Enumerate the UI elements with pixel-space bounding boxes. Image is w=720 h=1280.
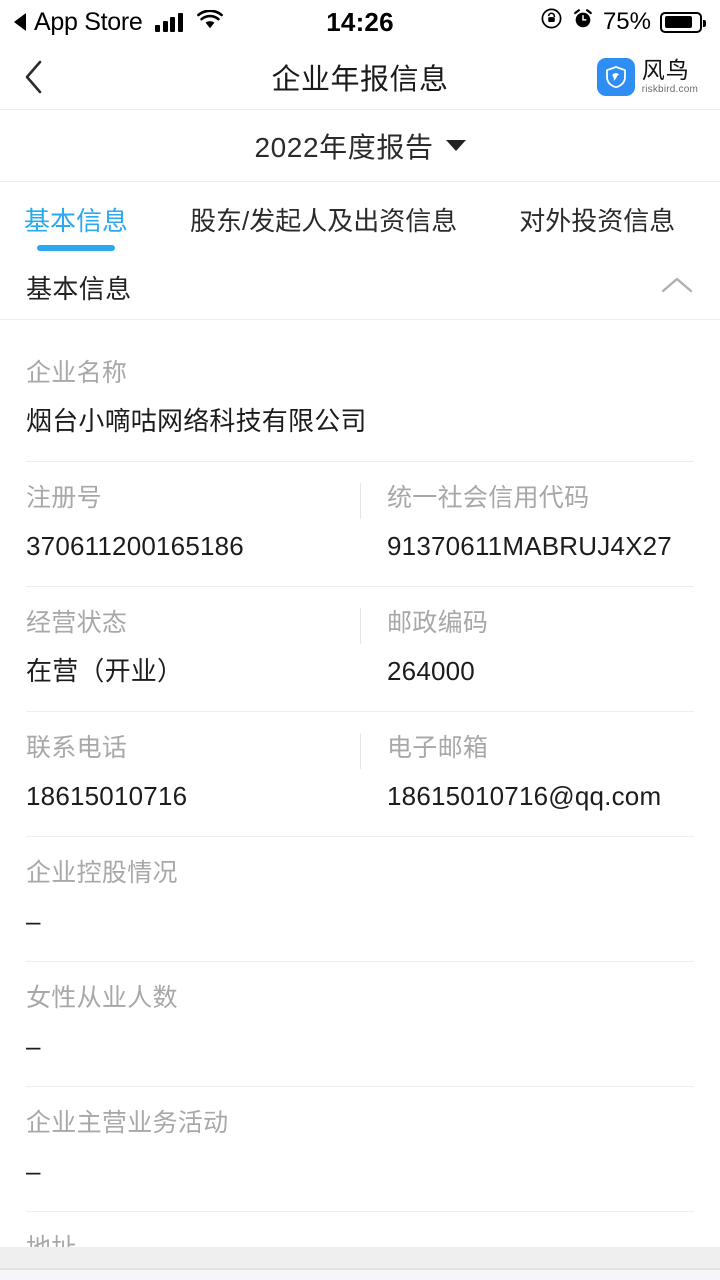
navigation-bar: 企业年报信息 风鸟 riskbird.com xyxy=(0,44,720,110)
field-female-employees: 女性从业人数 – xyxy=(0,960,720,1086)
brand-logo-text: 风鸟 riskbird.com xyxy=(641,56,698,95)
battery-icon xyxy=(660,11,706,33)
bottom-spacer xyxy=(0,1247,720,1268)
field-business-status: 经营状态 在营（开业） xyxy=(0,608,360,691)
field-value: 370611200165186 xyxy=(26,531,244,562)
bottom-area xyxy=(0,1270,720,1280)
field-label: 企业名称 xyxy=(26,359,128,387)
year-selector[interactable]: 2022年度报告 xyxy=(0,110,720,182)
tab-bar: 基本信息 股东/发起人及出资信息 对外投资信息 xyxy=(0,182,720,256)
back-button[interactable] xyxy=(22,55,66,99)
field-value: 烟台小嘀咕网络科技有限公司 xyxy=(26,406,367,437)
field-email: 电子邮箱 18615010716@qq.com xyxy=(360,732,720,818)
field-phone: 联系电话 18615010716 xyxy=(0,733,360,816)
field-registration-no: 注册号 370611200165186 xyxy=(0,483,360,566)
field-value: – xyxy=(26,906,41,936)
field-label: 女性从业人数 xyxy=(26,983,178,1012)
field-value: 18615010716 xyxy=(26,781,188,812)
status-bar: App Store 14:26 75% xyxy=(0,0,720,44)
field-row-contact: 联系电话 18615010716 电子邮箱 18615010716@qq.com xyxy=(0,710,720,836)
brand-name-en: riskbird.com xyxy=(641,83,698,95)
field-label: 统一社会信用代码 xyxy=(387,483,590,512)
field-label: 企业主营业务活动 xyxy=(26,1108,229,1137)
field-value: 在营（开业） xyxy=(26,656,184,687)
field-company-name: 企业名称 烟台小嘀咕网络科技有限公司 xyxy=(0,336,720,461)
status-bar-clock: 14:26 xyxy=(326,6,394,37)
field-main-business: 企业主营业务活动 – xyxy=(0,1085,720,1211)
field-row-registration: 注册号 370611200165186 统一社会信用代码 91370611MAB… xyxy=(0,460,720,586)
section-spacer xyxy=(0,320,720,336)
field-label: 经营状态 xyxy=(26,608,128,637)
tab-basic-info-label: 基本信息 xyxy=(24,205,129,236)
field-value: – xyxy=(26,1155,41,1186)
app-screen: App Store 14:26 75% 企业年报信息 风鸟 riskbird.c… xyxy=(0,0,720,1280)
brand-logo[interactable]: 风鸟 riskbird.com xyxy=(596,56,698,96)
tab-external-investment[interactable]: 对外投资信息 xyxy=(519,201,675,238)
year-selector-label: 2022年度报告 xyxy=(254,131,434,163)
field-postal-code: 邮政编码 264000 xyxy=(360,607,720,693)
tab-active-indicator xyxy=(37,244,115,251)
field-holding-status: 企业控股情况 – xyxy=(0,835,720,961)
field-label: 邮政编码 xyxy=(387,608,489,637)
tab-external-investment-label: 对外投资信息 xyxy=(519,205,676,236)
field-label: 企业控股情况 xyxy=(26,858,178,887)
shield-bird-icon xyxy=(596,57,635,96)
chevron-left-icon xyxy=(25,60,42,93)
field-row-status: 经营状态 在营（开业） 邮政编码 264000 xyxy=(0,585,720,711)
caret-down-icon xyxy=(445,140,466,151)
brand-name-cn: 风鸟 xyxy=(641,56,690,83)
field-value: 264000 xyxy=(387,656,475,687)
field-value: 18615010716@qq.com xyxy=(387,781,662,812)
tab-basic-info[interactable]: 基本信息 xyxy=(24,201,129,251)
section-title: 基本信息 xyxy=(26,274,132,304)
field-label: 注册号 xyxy=(26,483,102,512)
section-header-basic-info[interactable]: 基本信息 xyxy=(0,256,720,320)
field-credit-code: 统一社会信用代码 91370611MABRUJ4X27 xyxy=(360,482,720,568)
field-value: – xyxy=(26,1030,41,1061)
field-list: 企业名称 烟台小嘀咕网络科技有限公司 注册号 370611200165186 统… xyxy=(0,336,720,1280)
field-value: 91370611MABRUJ4X27 xyxy=(387,531,672,562)
field-label: 电子邮箱 xyxy=(387,733,489,762)
tab-shareholder-info-label: 股东/发起人及出资信息 xyxy=(190,205,458,236)
field-label: 联系电话 xyxy=(26,733,128,762)
chevron-up-icon[interactable] xyxy=(660,274,694,301)
tab-shareholder-info[interactable]: 股东/发起人及出资信息 xyxy=(190,201,457,238)
